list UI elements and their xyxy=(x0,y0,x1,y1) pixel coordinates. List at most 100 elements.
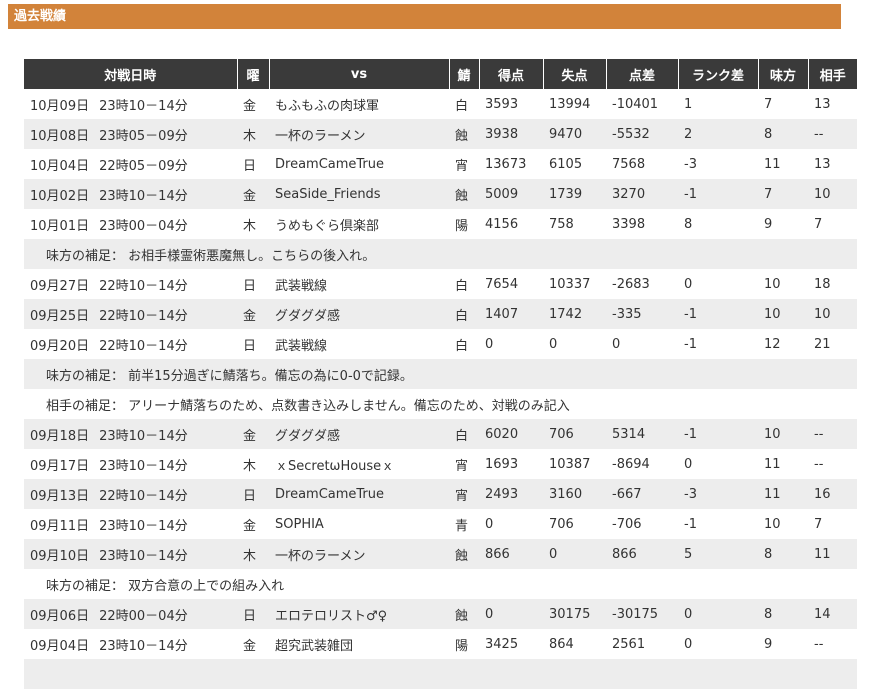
score-cell: 1693 xyxy=(479,449,543,479)
opponent-cell: 武装戦線 xyxy=(269,269,449,299)
datetime-cell: 10月09日 23時10－14分 xyxy=(24,89,237,119)
ally-count-cell: 10 xyxy=(758,299,808,329)
server-cell: 白 xyxy=(449,89,479,119)
header-day[interactable]: 曜 xyxy=(236,59,269,89)
table-header-row: 対戦日時 曜 vs 鯖 得点 失点 点差 ランク差 味方 相手 xyxy=(24,59,857,89)
header-lost[interactable]: 失点 xyxy=(542,59,606,89)
date-text: 10月01日 xyxy=(30,218,90,234)
match-row: 09月18日 23時10－14分 金グダグダ感白 6020 706 5314 -1 10 -- xyxy=(24,419,857,449)
header-datetime[interactable]: 対戦日時 xyxy=(24,59,237,89)
header-opponent[interactable]: vs xyxy=(268,59,449,89)
match-row: 09月25日 22時10－14分金グダグダ感白 1407 1742 -335 -1 10 10 xyxy=(24,299,857,329)
date-text: 09月25日 xyxy=(30,308,90,324)
rank-diff-cell: 5 xyxy=(678,539,758,569)
score-cell: 5009 xyxy=(479,179,543,209)
opponent-cell: うめもぐら倶楽部 xyxy=(269,209,449,239)
opponent-count-cell: -- xyxy=(808,449,857,479)
header-ally[interactable]: 味方 xyxy=(757,59,808,89)
ally-count-cell: 7 xyxy=(758,89,808,119)
note-text xyxy=(24,659,857,689)
rank-diff-cell: -1 xyxy=(678,299,758,329)
header-rank-diff[interactable]: ランク差 xyxy=(677,59,758,89)
diff-cell: -30175 xyxy=(606,599,678,629)
score-cell: 866 xyxy=(479,539,543,569)
datetime-cell: 09月11日 23時10－14分 xyxy=(24,509,237,539)
diff-cell: 3270 xyxy=(606,179,678,209)
date-text: 09月27日 xyxy=(30,278,90,294)
match-row: 09月27日 22時10－14分 日武装戦線白 7654 10337 -2683 0 10 18 xyxy=(24,269,857,299)
note-row: 味方の補足： 双方合意の上での組み入れ xyxy=(24,569,857,599)
day-cell: 日 xyxy=(237,599,269,629)
server-cell: 蝕 xyxy=(449,119,479,149)
server-cell: 白 xyxy=(449,299,479,329)
lost-cell: 0 xyxy=(543,539,606,569)
match-row: 10月09日 23時10－14分 金もふもふの肉球軍白 3593 13994 -10401… xyxy=(24,89,857,119)
ally-count-cell: 10 xyxy=(758,269,808,299)
match-row: 09月20日 22時10－14分日武装戦線白 0 0 0 -1 12 21 xyxy=(24,329,857,359)
lost-cell: 0 xyxy=(543,329,606,359)
time-text: 23時10－14分 xyxy=(99,188,188,204)
opponent-cell: 武装戦線 xyxy=(269,329,449,359)
server-cell: 青 xyxy=(449,509,479,539)
datetime-cell: 10月04日 22時05－09分 xyxy=(24,149,237,179)
match-row: 09月11日 23時10－14分 金 SOPHIA 青 0 706 -706 -1 10 7 xyxy=(24,509,857,539)
note-text: 味方の補足： 双方合意の上での組み入れ xyxy=(24,569,857,599)
diff-cell: -2683 xyxy=(606,269,678,299)
rank-diff-cell: -3 xyxy=(678,149,758,179)
opponent-count-cell: 7 xyxy=(808,509,857,539)
opponent-cell: もふもふの肉球軍 xyxy=(269,89,449,119)
match-row: 09月06日 22時00－04分日エロテロリスト♂♀ 蝕 0 30175 -30175 0 8… xyxy=(24,599,857,629)
match-row: 09月17日 23時10－14分 木 ｘSecretωHouseｘ 宵 1693 10387… xyxy=(24,449,857,479)
opponent-count-cell: 21 xyxy=(808,329,857,359)
datetime-cell: 09月10日 23時10－14分 xyxy=(24,539,237,569)
diff-cell: -335 xyxy=(606,299,678,329)
rank-diff-cell: 1 xyxy=(678,89,758,119)
date-text: 09月13日 xyxy=(30,488,90,504)
score-cell: 4156 xyxy=(479,209,543,239)
opponent-cell: DreamCameTrue xyxy=(269,149,449,179)
diff-cell: -5532 xyxy=(606,119,678,149)
day-cell: 金 xyxy=(237,299,269,329)
datetime-cell: 09月18日 23時10－14分 xyxy=(24,419,237,449)
note-text: 味方の補足： 前半15分過ぎに鯖落ち。備忘の為に0-0で記録。 xyxy=(24,359,857,389)
date-text: 09月11日 xyxy=(30,518,90,534)
header-score[interactable]: 得点 xyxy=(478,59,543,89)
time-text: 23時10－14分 xyxy=(99,98,188,114)
opponent-count-cell: 18 xyxy=(808,269,857,299)
opponent-cell: 超究武装雑団 xyxy=(269,629,449,659)
lost-cell: 9470 xyxy=(543,119,606,149)
section-header: 過去戦績 xyxy=(8,4,841,29)
time-text: 23時05－09分 xyxy=(99,128,188,144)
score-cell: 13673 xyxy=(479,149,543,179)
ally-count-cell: 8 xyxy=(758,119,808,149)
day-cell: 木 xyxy=(237,209,269,239)
datetime-cell: 09月04日 23時10－14分 xyxy=(24,629,237,659)
time-text: 22時10－14分 xyxy=(99,308,188,324)
datetime-cell: 10月02日 23時10－14分 xyxy=(24,179,237,209)
date-text: 09月20日 xyxy=(30,338,90,354)
lost-cell: 3160 xyxy=(543,479,606,509)
date-text: 10月09日 xyxy=(30,98,90,114)
server-cell: 陽 xyxy=(449,629,479,659)
datetime-cell: 09月25日 22時10－14分 xyxy=(24,299,237,329)
header-opponent-count[interactable]: 相手 xyxy=(807,59,857,89)
match-row: 09月10日 23時10－14分木一杯のラーメン蝕 866 0 866 5 8 11 xyxy=(24,539,857,569)
opponent-cell: SOPHIA xyxy=(269,509,449,539)
datetime-cell: 09月20日 22時10－14分 xyxy=(24,329,237,359)
rank-diff-cell: 0 xyxy=(678,599,758,629)
opponent-cell: エロテロリスト♂♀ xyxy=(269,599,449,629)
server-cell: 白 xyxy=(449,419,479,449)
server-cell: 蝕 xyxy=(449,599,479,629)
opponent-count-cell: -- xyxy=(808,119,857,149)
section-title: 過去戦績 xyxy=(14,9,67,24)
rank-diff-cell: -3 xyxy=(678,479,758,509)
datetime-cell: 10月08日 23時05－09分 xyxy=(24,119,237,149)
day-cell: 日 xyxy=(237,149,269,179)
opponent-count-cell: -- xyxy=(808,419,857,449)
score-cell: 0 xyxy=(479,599,543,629)
header-server[interactable]: 鯖 xyxy=(448,59,479,89)
opponent-count-cell: 16 xyxy=(808,479,857,509)
diff-cell: -667 xyxy=(606,479,678,509)
header-diff[interactable]: 点差 xyxy=(605,59,678,89)
day-cell: 木 xyxy=(237,449,269,479)
